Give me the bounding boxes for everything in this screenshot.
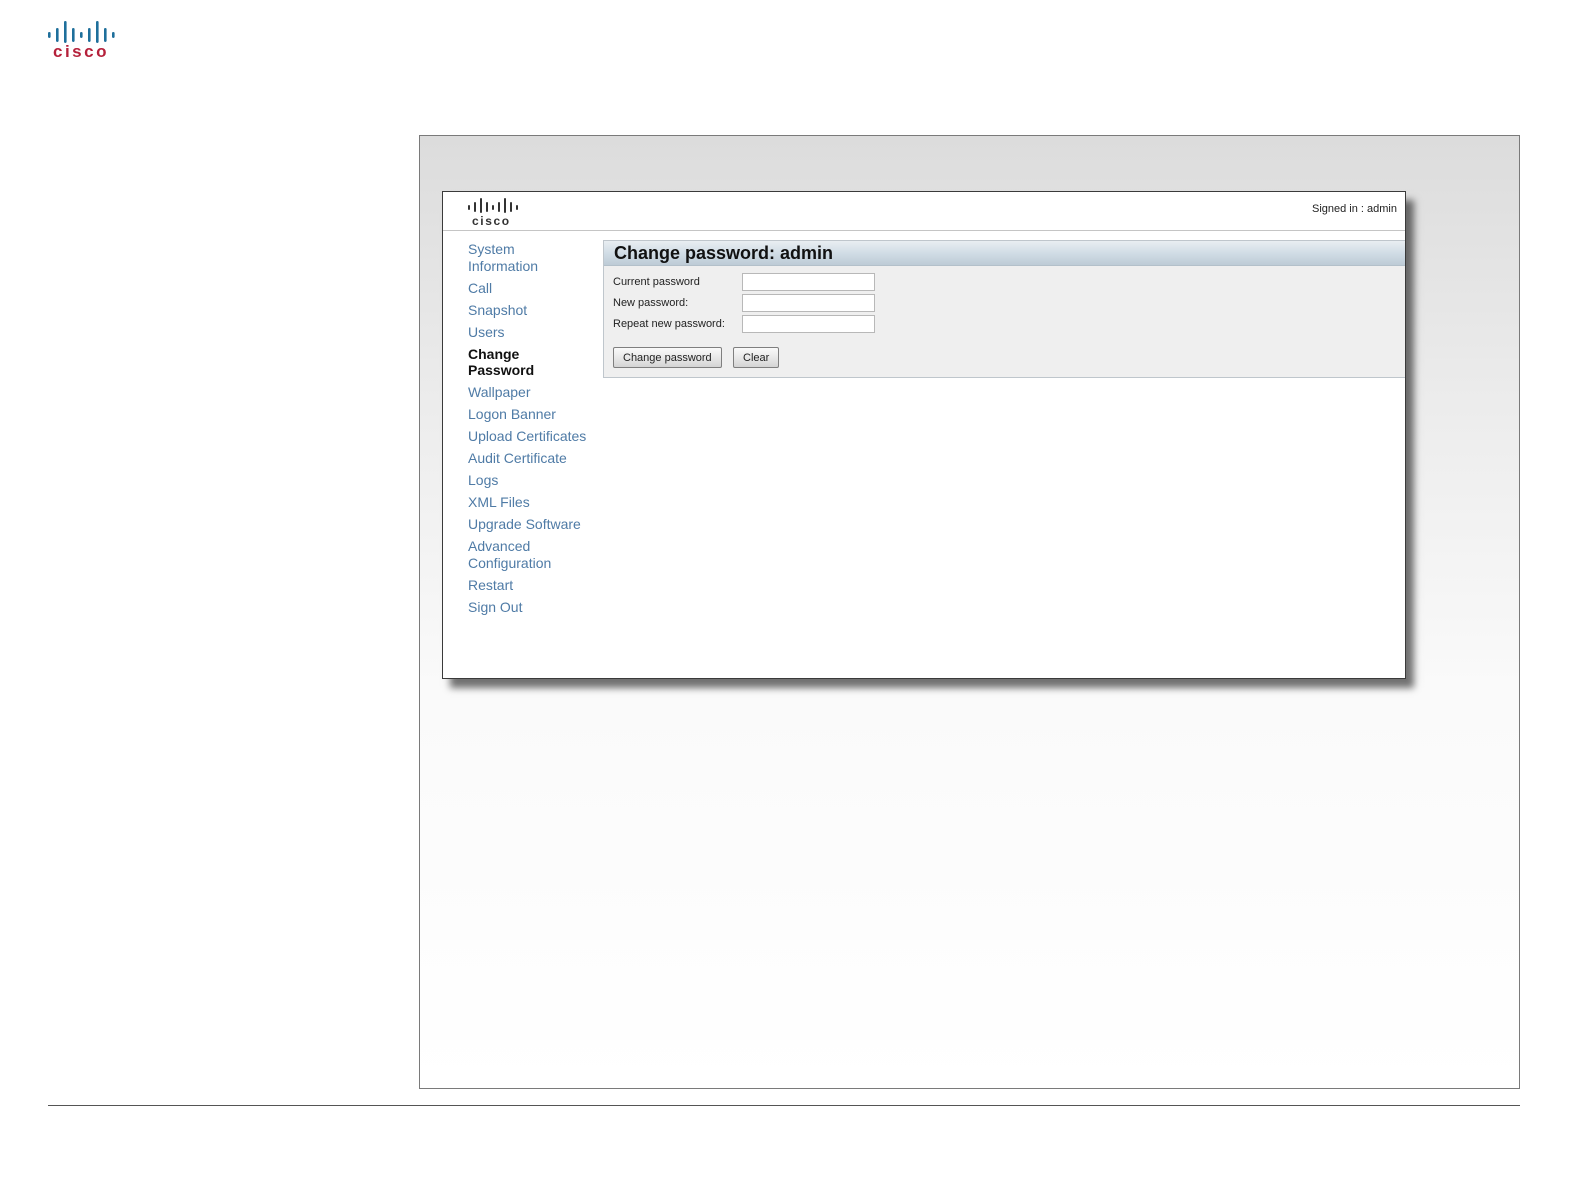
sidebar-item-upgrade-software[interactable]: Upgrade Software	[468, 516, 608, 533]
web-admin-window: cisco Signed in : admin System Informati…	[442, 191, 1406, 679]
change-password-panel: Change password: admin Current password …	[603, 240, 1405, 378]
sidebar-item-logon-banner[interactable]: Logon Banner	[468, 406, 608, 423]
sidebar-item-logs[interactable]: Logs	[468, 472, 608, 489]
cisco-logo-text: cisco	[53, 42, 109, 60]
sidebar-item-change-password[interactable]: Change Password	[468, 346, 548, 379]
window-logo-text: cisco	[472, 214, 511, 227]
repeat-password-input[interactable]	[742, 315, 875, 333]
sidebar-item-restart[interactable]: Restart	[468, 577, 608, 594]
sidebar-item-call[interactable]: Call	[468, 280, 608, 297]
signed-in-user: admin	[1367, 203, 1397, 215]
repeat-password-label: Repeat new password:	[613, 318, 725, 330]
sidebar-item-system-information[interactable]: System Information	[468, 241, 548, 274]
window-cisco-logo: cisco	[468, 198, 518, 227]
sidebar-item-xml-files[interactable]: XML Files	[468, 494, 608, 511]
clear-button[interactable]: Clear	[733, 347, 780, 368]
cisco-logo: cisco	[48, 21, 115, 60]
sidebar-item-audit-certificate[interactable]: Audit Certificate	[468, 450, 608, 467]
new-password-label: New password:	[613, 297, 689, 309]
sidebar-nav: System Information Call Snapshot Users C…	[468, 241, 608, 621]
sidebar-item-wallpaper[interactable]: Wallpaper	[468, 384, 608, 401]
signed-in-label: Signed in :	[1311, 203, 1368, 215]
new-password-input[interactable]	[742, 294, 875, 312]
current-password-input[interactable]	[742, 273, 875, 291]
sidebar-item-advanced-configuration[interactable]: Advanced Configuration	[468, 538, 558, 571]
sidebar-item-sign-out[interactable]: Sign Out	[468, 599, 608, 616]
signed-in-status: Signed in : admin	[1312, 203, 1397, 215]
sidebar-item-snapshot[interactable]: Snapshot	[468, 302, 608, 319]
sidebar-item-users[interactable]: Users	[468, 324, 608, 341]
sidebar-item-upload-certificates[interactable]: Upload Certificates	[468, 428, 608, 445]
window-header: cisco Signed in : admin	[443, 192, 1405, 231]
page-title: Change password: admin	[604, 241, 1405, 266]
change-password-button[interactable]: Change password	[613, 347, 722, 368]
current-password-label: Current password	[613, 276, 700, 288]
footer-rule	[48, 1105, 1520, 1106]
